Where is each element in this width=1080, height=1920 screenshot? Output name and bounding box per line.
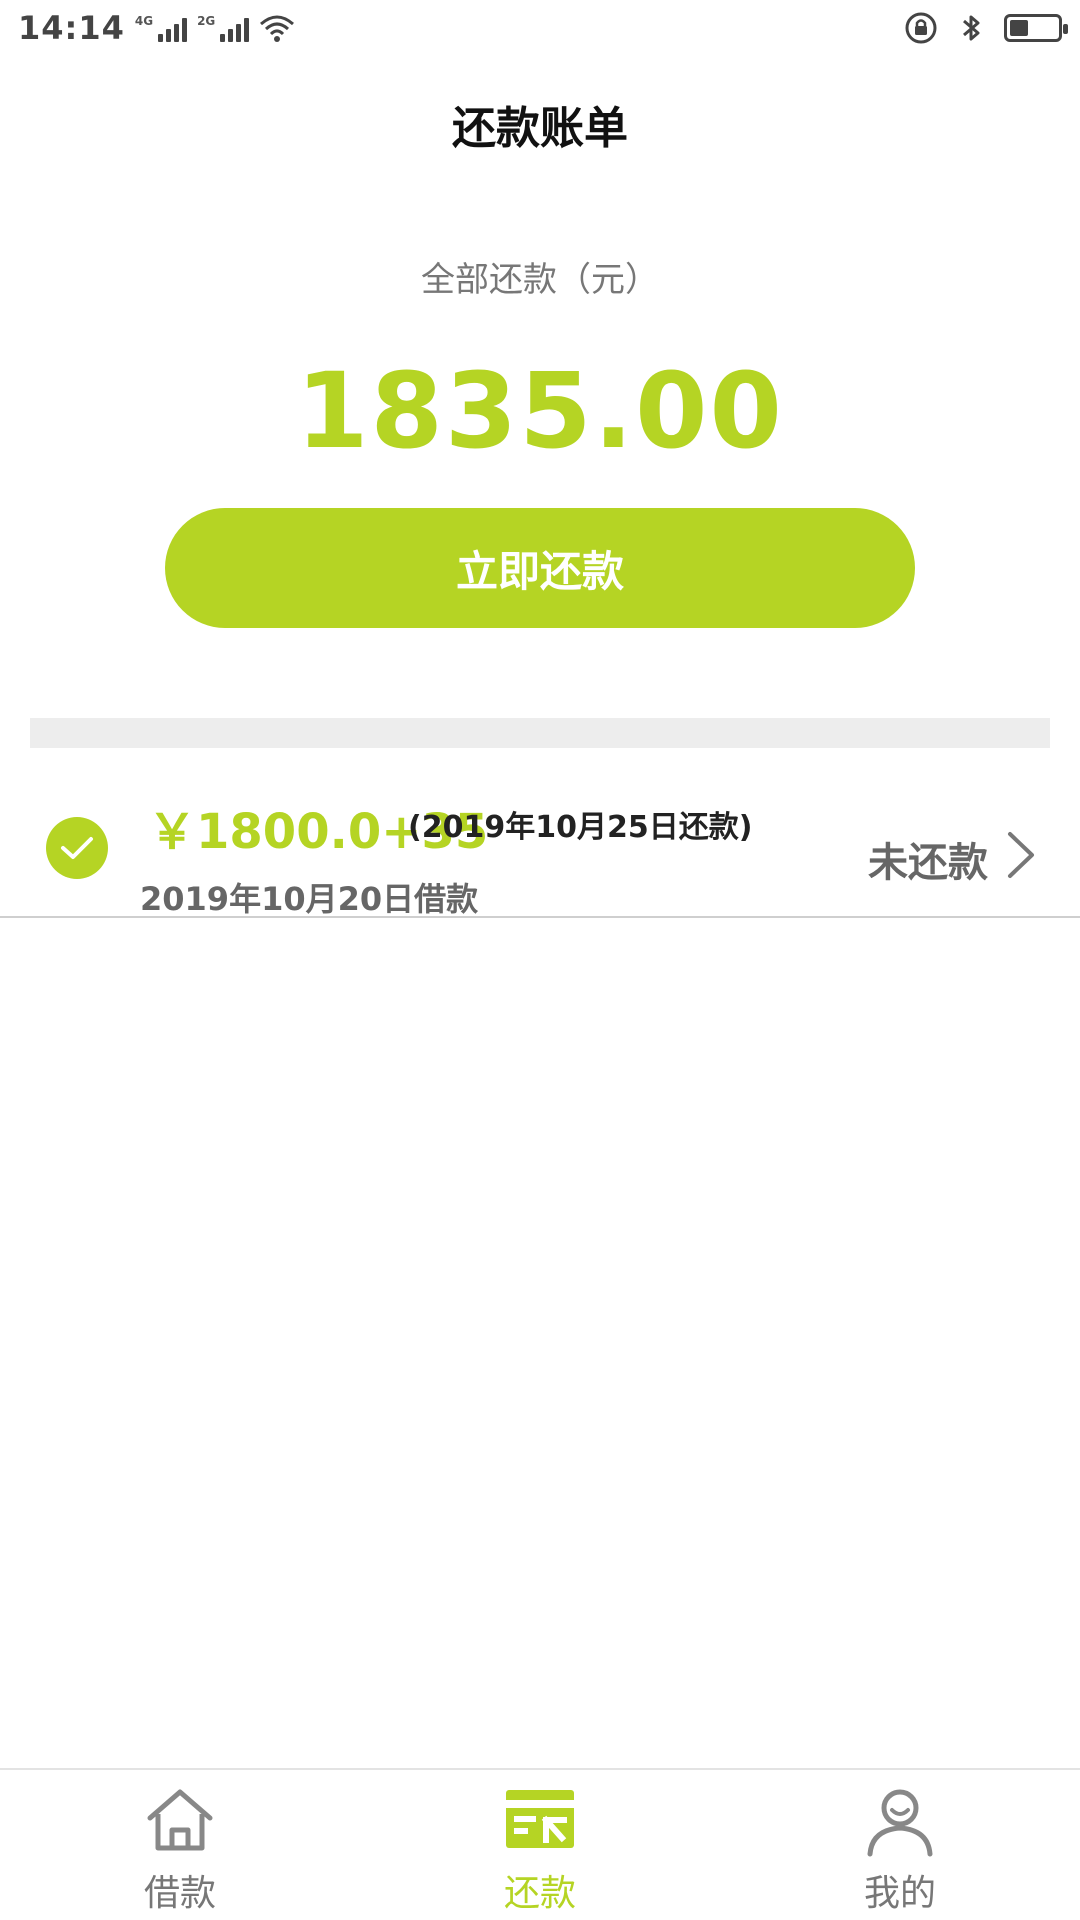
bill-list-item[interactable]: ￥1800.0+35 (2019年10月25日还款) 2019年10月20日借款…: [0, 752, 1080, 918]
status-time: 14:14: [18, 9, 125, 47]
bluetooth-icon: [963, 15, 980, 41]
status-left: 14:14 4G 2G: [18, 9, 295, 47]
lock-rotation-icon: [905, 12, 937, 44]
battery-icon: [1004, 14, 1068, 42]
wifi-icon: [260, 15, 295, 42]
home-icon: [147, 1789, 213, 1851]
nav-label-loan: 借款: [143, 1873, 216, 1914]
nav-item-repay[interactable]: 还款: [440, 1780, 640, 1920]
signal-icon: 2G: [197, 14, 250, 42]
repay-card-icon: [506, 1790, 574, 1848]
total-repayment-amount: 1835.00: [296, 350, 784, 472]
status-right: [904, 11, 1068, 45]
network-type-1: 4G: [134, 14, 154, 28]
signal-icon: 4G: [134, 14, 188, 42]
nav-label-mine: 我的: [863, 1873, 936, 1914]
nav-item-mine[interactable]: 我的: [800, 1780, 1000, 1920]
total-repayment-label: 全部还款（元）: [421, 260, 659, 300]
network-type-2: 2G: [197, 14, 216, 28]
battery-level: [1010, 20, 1028, 36]
bill-borrow-date: 2019年10月20日借款: [140, 880, 479, 918]
status-bar: 14:14 4G 2G: [0, 0, 1080, 56]
page-title: 还款账单: [452, 103, 628, 154]
check-icon: [46, 817, 108, 879]
chevron-right-icon[interactable]: [1004, 830, 1038, 880]
user-icon: [867, 1789, 933, 1857]
repay-now-button[interactable]: 立即还款: [165, 508, 915, 628]
section-divider: [30, 718, 1050, 748]
nav-item-loan[interactable]: 借款: [80, 1780, 280, 1920]
bill-status: 未还款: [868, 840, 988, 886]
bill-due-date: (2019年10月25日还款): [408, 810, 753, 845]
nav-label-repay: 还款: [503, 1873, 576, 1914]
bottom-nav: 借款 还款 我的: [0, 1768, 1080, 1920]
